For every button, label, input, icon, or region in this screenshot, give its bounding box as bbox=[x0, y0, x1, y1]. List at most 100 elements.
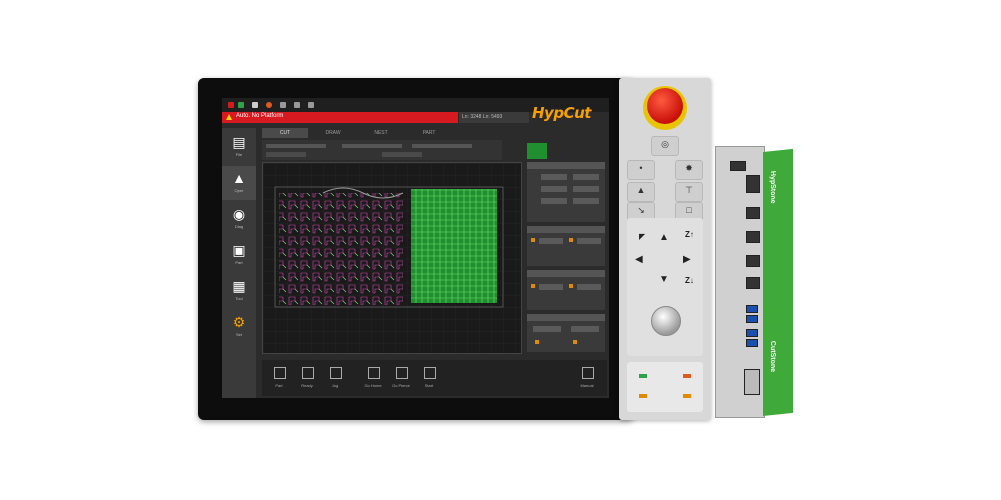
parameter-fields bbox=[262, 140, 502, 160]
indicator bbox=[569, 284, 573, 288]
status-panel bbox=[527, 162, 605, 352]
value-field bbox=[573, 198, 599, 204]
pierce-icon bbox=[396, 367, 408, 379]
hypcut-logo: HypCut bbox=[532, 104, 608, 128]
speed-knob[interactable] bbox=[651, 306, 681, 336]
field-input[interactable] bbox=[382, 152, 422, 157]
sidebar-item-file[interactable]: ▤ File bbox=[222, 130, 256, 164]
tab-part[interactable]: PART bbox=[406, 128, 452, 138]
sidebar-item-label: Diag bbox=[234, 224, 244, 229]
panel-button[interactable]: • bbox=[627, 160, 655, 180]
arrow-left-icon[interactable]: ◀ bbox=[635, 254, 643, 265]
manual-button[interactable]: Manual bbox=[574, 363, 600, 393]
panel-button[interactable]: ✸ bbox=[675, 160, 703, 180]
laser-head-icon: ⊤ bbox=[685, 185, 693, 195]
settings-icon bbox=[280, 102, 286, 108]
value-field bbox=[573, 186, 599, 192]
indicator bbox=[531, 284, 535, 288]
gas-icon: ▲ bbox=[636, 185, 646, 195]
value-field bbox=[573, 174, 599, 180]
field-input[interactable] bbox=[266, 152, 306, 157]
operator-icon: ▲ bbox=[232, 170, 246, 186]
block-header bbox=[527, 226, 605, 233]
z-up-icon[interactable]: Z↑ bbox=[685, 230, 694, 239]
touchscreen-monitor: Auto. No Platform Ln: 3248 Ln: 5493 HypC… bbox=[198, 78, 634, 420]
ready-icon bbox=[302, 367, 314, 379]
warning-icon bbox=[226, 114, 232, 120]
ready-button[interactable]: Ready bbox=[294, 363, 320, 393]
manual-icon bbox=[582, 367, 594, 379]
toolbox-icon: ▦ bbox=[232, 278, 246, 294]
serial-port bbox=[746, 175, 760, 193]
light-icon: ✸ bbox=[685, 163, 693, 173]
block-header bbox=[527, 314, 605, 321]
tab-cut[interactable]: CUT bbox=[262, 128, 308, 138]
usb-port bbox=[746, 315, 758, 323]
panel-button[interactable]: ⊤ bbox=[675, 182, 703, 202]
jog-button[interactable]: Jog bbox=[322, 363, 348, 393]
indicator bbox=[573, 340, 577, 344]
value-field bbox=[539, 238, 563, 244]
field-bar bbox=[266, 144, 326, 148]
tab-bar: CUT DRAW NEST PART bbox=[262, 128, 482, 138]
arrow-right-icon[interactable]: ▶ bbox=[683, 254, 691, 265]
control-panel: ◎ • ✸ ▲ ⊤ ↘ □ ▲ ▼ ◀ ▶ ◤ Z↑ Z↓ bbox=[619, 78, 711, 420]
value-field bbox=[577, 238, 601, 244]
go-pierce-button[interactable]: Go Pierce bbox=[388, 363, 414, 393]
sidebar: ▤ File ▲ Oper ◉ Diag ▣ Part ▦ Tool ⚙ Set bbox=[222, 128, 256, 398]
value-field bbox=[541, 198, 567, 204]
ipc-front-panel bbox=[715, 146, 765, 418]
orange-led bbox=[683, 374, 691, 378]
sidebar-item-label: File bbox=[235, 152, 243, 157]
value-field bbox=[541, 174, 567, 180]
usb-port bbox=[746, 329, 758, 337]
tab-draw[interactable]: DRAW bbox=[310, 128, 356, 138]
value-field bbox=[577, 284, 601, 290]
message-text: Ln: 3248 Ln: 5493 bbox=[462, 114, 503, 120]
panel-button[interactable]: ▲ bbox=[627, 182, 655, 202]
field-bar bbox=[342, 144, 402, 148]
tab-nest[interactable]: NEST bbox=[358, 128, 404, 138]
tool-icon bbox=[308, 102, 314, 108]
arrow-up-left-icon[interactable]: ◤ bbox=[639, 232, 645, 241]
button-label: Go Pierce bbox=[392, 383, 410, 388]
laser-block bbox=[527, 270, 605, 310]
frame-icon: □ bbox=[686, 205, 692, 215]
sidebar-item-diagnose[interactable]: ◉ Diag bbox=[222, 202, 256, 236]
status-led-pad bbox=[627, 362, 703, 412]
ipc-bottom-text: CutStone bbox=[769, 340, 776, 373]
usb-port bbox=[746, 339, 758, 347]
vga-port bbox=[744, 369, 760, 395]
value-field bbox=[541, 186, 567, 192]
mode-button[interactable]: ◎ bbox=[651, 136, 679, 156]
amber-led bbox=[683, 394, 691, 398]
usb-port bbox=[746, 305, 758, 313]
sidebar-item-operate[interactable]: ▲ Oper bbox=[222, 166, 256, 200]
sidebar-item-settings[interactable]: ⚙ Set bbox=[222, 310, 256, 344]
sidebar-item-part[interactable]: ▣ Part bbox=[222, 238, 256, 272]
part-button[interactable]: Part bbox=[266, 363, 292, 393]
cutting-preview-canvas[interactable] bbox=[262, 162, 522, 354]
start-button[interactable]: Start bbox=[416, 363, 442, 393]
alarm-bar[interactable]: Auto. No Platform bbox=[222, 112, 458, 123]
pointer-icon: ↘ bbox=[637, 205, 645, 215]
gauge-icon: ◉ bbox=[232, 206, 246, 222]
indicator bbox=[531, 238, 535, 242]
z-down-icon[interactable]: Z↓ bbox=[685, 276, 694, 285]
ethernet-port bbox=[746, 277, 760, 289]
amber-led bbox=[639, 394, 647, 398]
go-home-button[interactable]: Go Home bbox=[360, 363, 386, 393]
preview-thumbnail[interactable] bbox=[527, 143, 547, 159]
axis-position-block bbox=[527, 162, 605, 222]
ethernet-port bbox=[746, 231, 760, 243]
block-header bbox=[527, 270, 605, 277]
ipc-green-panel: HypStone CutStone bbox=[763, 148, 793, 417]
emergency-stop-button[interactable] bbox=[647, 88, 683, 124]
alarm-icon bbox=[228, 102, 234, 108]
arrow-up-icon[interactable]: ▲ bbox=[659, 232, 669, 243]
button-label: Part bbox=[275, 383, 283, 388]
arrow-down-icon[interactable]: ▼ bbox=[659, 274, 669, 285]
power-port bbox=[730, 161, 746, 171]
sidebar-item-tool[interactable]: ▦ Tool bbox=[222, 274, 256, 308]
bottom-toolbar: Part Ready Jog Go Home Go Pierce Start M… bbox=[262, 360, 607, 396]
